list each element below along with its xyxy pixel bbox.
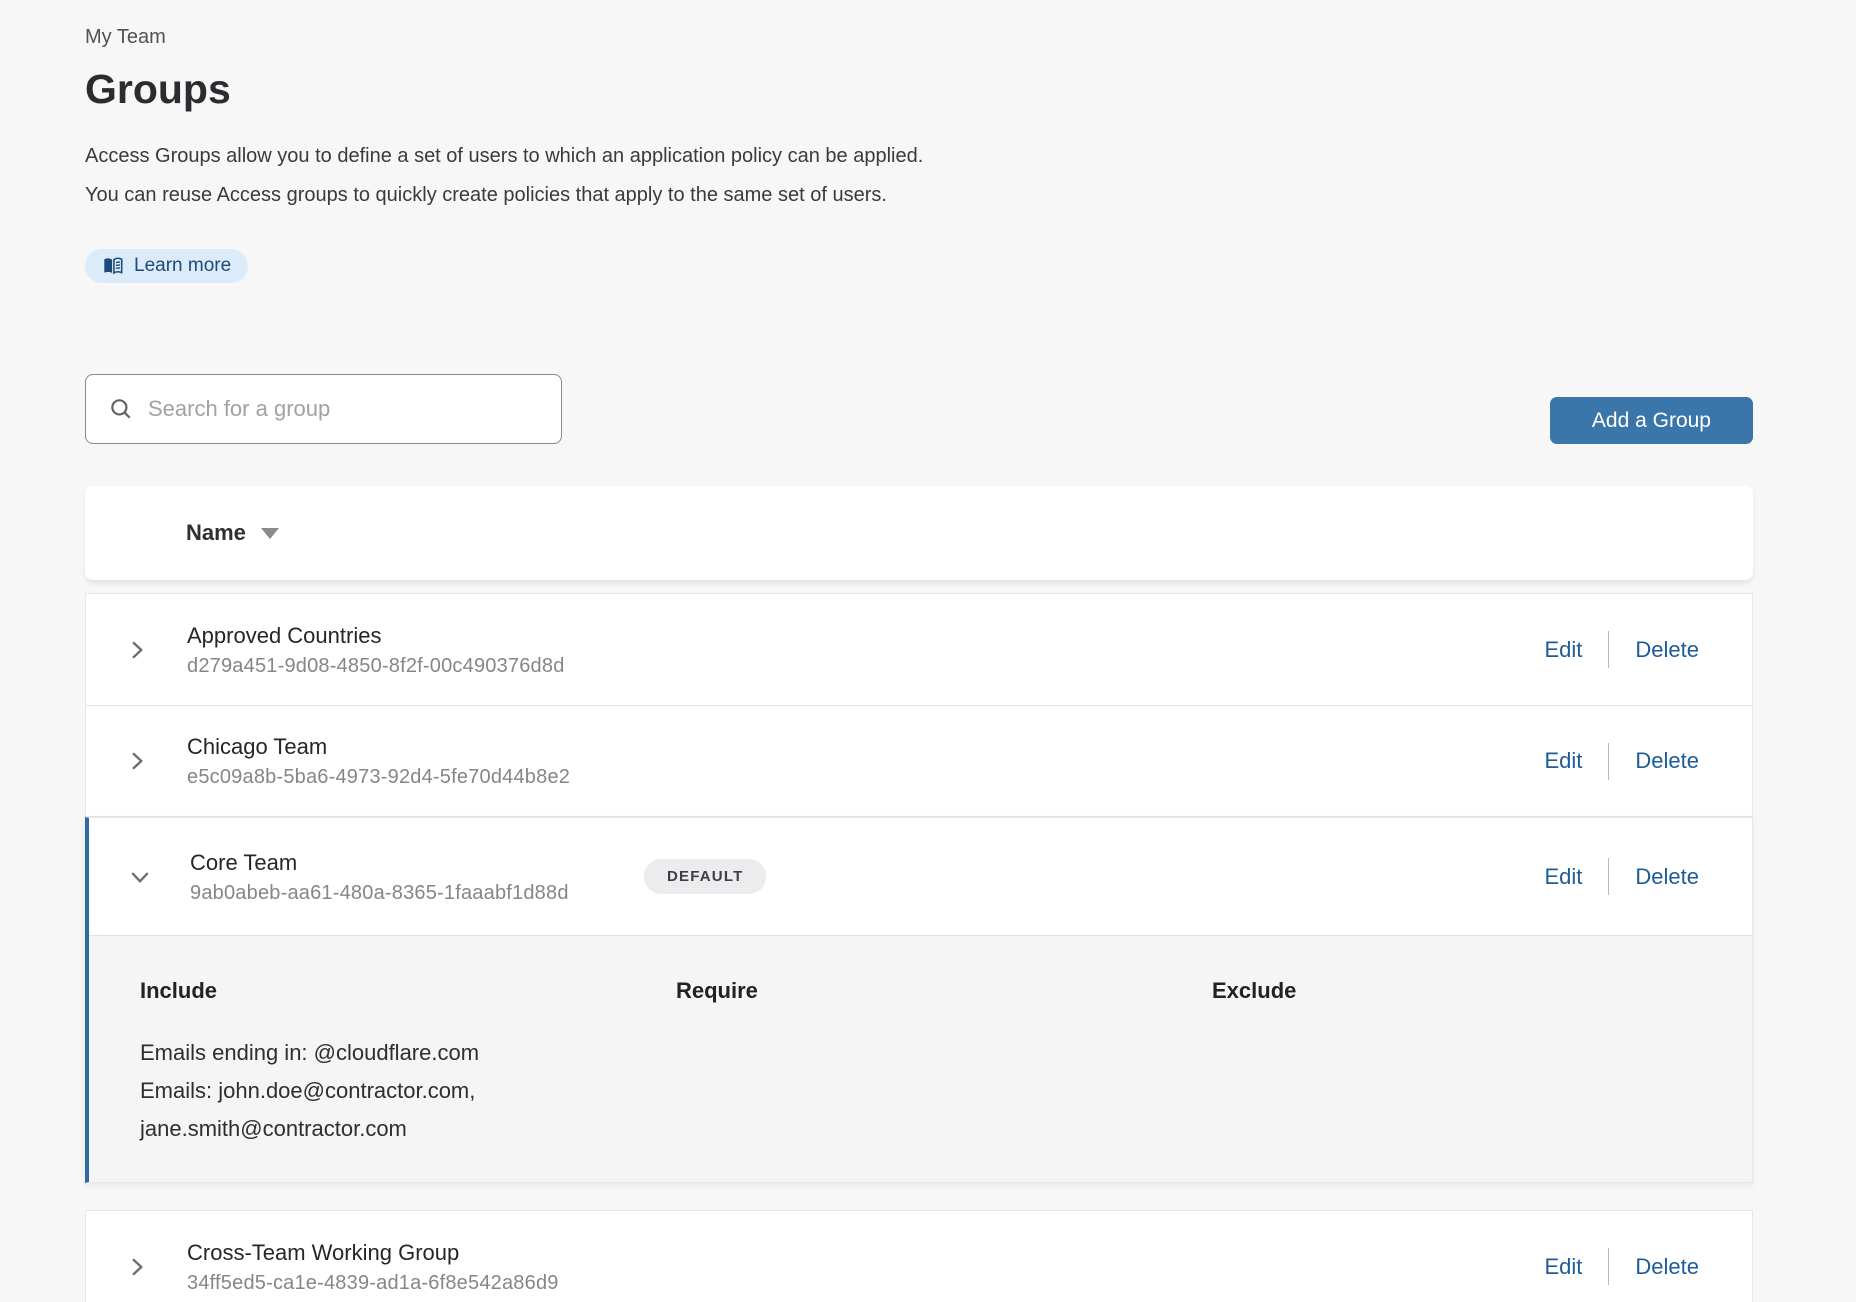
group-info: Cross-Team Working Group 34ff5ed5-ca1e-4… (187, 1239, 641, 1295)
action-divider (1608, 858, 1609, 895)
delete-link[interactable]: Delete (1635, 637, 1699, 663)
require-column: Require (676, 978, 1212, 1148)
edit-link[interactable]: Edit (1544, 748, 1582, 774)
chevron-right-icon (124, 637, 150, 663)
chevron-down-icon (127, 864, 153, 890)
table-row-expanded[interactable]: Core Team 9ab0abeb-aa61-480a-8365-1faaab… (89, 818, 1752, 935)
include-header: Include (140, 978, 676, 1004)
expand-toggle[interactable] (86, 748, 187, 774)
group-name: Approved Countries (187, 622, 641, 650)
delete-link[interactable]: Delete (1635, 748, 1699, 774)
table-row[interactable]: Cross-Team Working Group 34ff5ed5-ca1e-4… (86, 1211, 1752, 1302)
expand-toggle[interactable] (86, 637, 187, 663)
delete-link[interactable]: Delete (1635, 864, 1699, 890)
delete-link[interactable]: Delete (1635, 1254, 1699, 1280)
row-actions: Edit Delete (1544, 858, 1699, 895)
edit-link[interactable]: Edit (1544, 864, 1582, 890)
action-divider (1608, 631, 1609, 668)
group-rows-card: Approved Countries d279a451-9d08-4850-8f… (85, 593, 1753, 817)
group-id: d279a451-9d08-4850-8f2f-00c490376d8d (187, 655, 641, 678)
badge-cell: DEFAULT (644, 859, 766, 894)
exclude-header: Exclude (1212, 978, 1748, 1004)
collapse-toggle[interactable] (89, 864, 190, 890)
group-name: Core Team (190, 849, 644, 877)
expanded-group-card: Core Team 9ab0abeb-aa61-480a-8365-1faaab… (85, 817, 1753, 1183)
default-badge: DEFAULT (644, 859, 766, 894)
learn-more-button[interactable]: Learn more (85, 249, 248, 283)
row-actions: Edit Delete (1544, 743, 1699, 780)
toolbar: Add a Group (85, 374, 1753, 444)
edit-link[interactable]: Edit (1544, 637, 1582, 663)
name-column-header[interactable]: Name (186, 520, 279, 546)
group-id: 34ff5ed5-ca1e-4839-ad1a-6f8e542a86d9 (187, 1272, 641, 1295)
table-row[interactable]: Chicago Team e5c09a8b-5ba6-4973-92d4-5fe… (86, 705, 1752, 816)
chevron-right-icon (124, 1254, 150, 1280)
table-row[interactable]: Approved Countries d279a451-9d08-4850-8f… (86, 594, 1752, 705)
group-id: e5c09a8b-5ba6-4973-92d4-5fe70d44b8e2 (187, 766, 641, 789)
group-id: 9ab0abeb-aa61-480a-8365-1faaabf1d88d (190, 882, 644, 905)
group-info: Core Team 9ab0abeb-aa61-480a-8365-1faaab… (190, 849, 644, 905)
page-title: Groups (85, 65, 1753, 113)
include-column: Include Emails ending in: @cloudflare.co… (140, 978, 676, 1148)
chevron-right-icon (124, 748, 150, 774)
edit-link[interactable]: Edit (1544, 1254, 1582, 1280)
group-name: Cross-Team Working Group (187, 1239, 641, 1267)
include-rule: Emails: john.doe@contractor.com, jane.sm… (140, 1072, 572, 1148)
group-name: Chicago Team (187, 733, 641, 761)
group-rules-panel: Include Emails ending in: @cloudflare.co… (89, 935, 1752, 1182)
groups-page: My Team Groups Access Groups allow you t… (0, 0, 1856, 1302)
include-rules: Emails ending in: @cloudflare.com Emails… (140, 1034, 572, 1148)
learn-more-label: Learn more (134, 255, 231, 277)
require-header: Require (676, 978, 1212, 1004)
expand-toggle[interactable] (86, 1254, 187, 1280)
exclude-column: Exclude (1212, 978, 1748, 1148)
sort-descending-icon (261, 528, 279, 539)
name-header-label: Name (186, 520, 246, 546)
group-search (85, 374, 562, 444)
group-info: Chicago Team e5c09a8b-5ba6-4973-92d4-5fe… (187, 733, 641, 789)
book-icon (102, 255, 124, 277)
row-actions: Edit Delete (1544, 631, 1699, 668)
search-input[interactable] (148, 396, 543, 422)
action-divider (1608, 1248, 1609, 1285)
table-header: Name (85, 486, 1753, 580)
search-icon (108, 396, 134, 422)
add-group-button[interactable]: Add a Group (1550, 397, 1753, 444)
group-info: Approved Countries d279a451-9d08-4850-8f… (187, 622, 641, 678)
description-line-1: Access Groups allow you to define a set … (85, 137, 1753, 176)
group-rows-card: Cross-Team Working Group 34ff5ed5-ca1e-4… (85, 1210, 1753, 1302)
include-rule: Emails ending in: @cloudflare.com (140, 1034, 572, 1072)
action-divider (1608, 743, 1609, 780)
page-description: Access Groups allow you to define a set … (85, 137, 1753, 215)
row-actions: Edit Delete (1544, 1248, 1699, 1285)
breadcrumb: My Team (85, 26, 1753, 49)
description-line-2: You can reuse Access groups to quickly c… (85, 176, 1753, 215)
